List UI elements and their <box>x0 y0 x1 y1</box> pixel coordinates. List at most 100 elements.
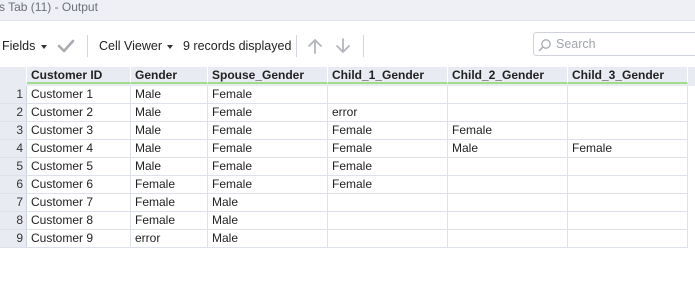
toolbar-divider <box>296 35 297 57</box>
table-cell[interactable]: Female <box>328 140 448 158</box>
table-row[interactable]: 4 Customer 4 Male Female Female Male Female <box>0 140 695 158</box>
column-header[interactable]: Child_3_Gender <box>568 67 688 84</box>
table-cell[interactable] <box>448 86 568 104</box>
table-cell[interactable]: Female <box>208 86 328 104</box>
table-cell[interactable]: Male <box>208 230 328 248</box>
table-cell[interactable] <box>568 230 688 248</box>
table-cell[interactable]: Female <box>448 122 568 140</box>
grid-header: Customer ID Gender Spouse_Gender Child_1… <box>0 67 695 86</box>
table-cell[interactable] <box>568 86 688 104</box>
table-row[interactable]: 7 Customer 7 Female Male <box>0 194 695 212</box>
table-cell[interactable]: Female <box>131 176 208 194</box>
table-row[interactable]: 1 Customer 1 Male Female <box>0 86 695 104</box>
column-header[interactable]: Child_1_Gender <box>328 67 448 84</box>
table-row[interactable]: 3 Customer 3 Male Female Female Female <box>0 122 695 140</box>
table-cell[interactable]: Male <box>131 104 208 122</box>
cell-viewer-dropdown[interactable]: Cell Viewer <box>99 37 162 55</box>
table-cell[interactable] <box>448 194 568 212</box>
table-cell[interactable] <box>328 194 448 212</box>
window-titlebar: s Tab (11) - Output <box>0 0 695 21</box>
results-grid: Customer ID Gender Spouse_Gender Child_1… <box>0 67 695 248</box>
table-row[interactable]: 9 Customer 9 error Male <box>0 230 695 248</box>
table-cell[interactable]: Male <box>131 86 208 104</box>
toolbar-divider <box>87 35 88 57</box>
table-cell[interactable]: Female <box>328 122 448 140</box>
table-cell[interactable] <box>568 176 688 194</box>
arrow-up-icon[interactable] <box>306 36 324 56</box>
fields-chevron-down-icon[interactable] <box>41 45 47 49</box>
table-cell[interactable]: Female <box>131 212 208 230</box>
table-cell[interactable]: Customer 7 <box>27 194 131 212</box>
toolbar-divider <box>363 35 364 57</box>
table-cell[interactable]: Female <box>131 194 208 212</box>
table-cell[interactable] <box>448 212 568 230</box>
table-cell[interactable]: Customer 1 <box>27 86 131 104</box>
search-icon <box>538 39 551 52</box>
row-number[interactable]: 6 <box>0 176 27 194</box>
table-cell[interactable]: Customer 6 <box>27 176 131 194</box>
table-cell[interactable]: Customer 4 <box>27 140 131 158</box>
table-cell[interactable]: Female <box>328 176 448 194</box>
row-number-header <box>0 67 27 84</box>
table-cell[interactable]: Male <box>208 194 328 212</box>
cell-viewer-chevron-down-icon[interactable] <box>167 45 173 49</box>
table-cell[interactable]: Customer 5 <box>27 158 131 176</box>
table-cell[interactable]: Customer 8 <box>27 212 131 230</box>
table-cell[interactable]: Female <box>328 158 448 176</box>
search-placeholder: Search <box>556 37 596 51</box>
row-number[interactable]: 4 <box>0 140 27 158</box>
row-number[interactable]: 9 <box>0 230 27 248</box>
table-cell[interactable]: Female <box>208 140 328 158</box>
arrow-down-icon[interactable] <box>334 36 352 56</box>
table-cell[interactable] <box>328 86 448 104</box>
search-input[interactable]: Search <box>533 32 695 56</box>
table-cell[interactable] <box>328 230 448 248</box>
column-header[interactable]: Spouse_Gender <box>208 67 328 84</box>
table-cell[interactable]: Female <box>208 122 328 140</box>
table-cell[interactable] <box>568 158 688 176</box>
table-cell[interactable]: error <box>328 104 448 122</box>
row-number[interactable]: 3 <box>0 122 27 140</box>
row-number[interactable]: 5 <box>0 158 27 176</box>
table-cell[interactable]: Female <box>208 104 328 122</box>
column-header[interactable]: Gender <box>131 67 208 84</box>
records-status: 9 records displayed <box>183 39 292 53</box>
table-cell[interactable] <box>448 176 568 194</box>
table-cell[interactable]: Female <box>208 158 328 176</box>
table-cell[interactable]: Male <box>131 140 208 158</box>
table-cell[interactable]: Male <box>208 212 328 230</box>
table-cell[interactable]: error <box>131 230 208 248</box>
results-toolbar: Fields Cell Viewer 9 records displayed S… <box>0 21 695 67</box>
table-row[interactable]: 5 Customer 5 Male Female Female <box>0 158 695 176</box>
fields-dropdown[interactable]: Fields <box>2 37 35 55</box>
table-cell[interactable] <box>568 212 688 230</box>
table-cell[interactable] <box>568 194 688 212</box>
table-row[interactable]: 2 Customer 2 Male Female error <box>0 104 695 122</box>
table-cell[interactable]: Customer 3 <box>27 122 131 140</box>
table-cell[interactable]: Male <box>131 122 208 140</box>
table-cell[interactable] <box>448 104 568 122</box>
table-cell[interactable] <box>448 230 568 248</box>
table-cell[interactable]: Female <box>568 140 688 158</box>
row-number[interactable]: 8 <box>0 212 27 230</box>
table-cell[interactable] <box>448 158 568 176</box>
table-cell[interactable]: Male <box>131 158 208 176</box>
column-header[interactable]: Customer ID <box>27 67 131 84</box>
cell-viewer-label: Cell Viewer <box>99 39 162 53</box>
apply-check-icon[interactable] <box>57 38 75 54</box>
table-cell[interactable]: Customer 9 <box>27 230 131 248</box>
column-header[interactable]: Child_2_Gender <box>448 67 568 84</box>
row-number[interactable]: 7 <box>0 194 27 212</box>
row-number[interactable]: 2 <box>0 104 27 122</box>
fields-label: Fields <box>2 39 36 53</box>
table-cell[interactable]: Male <box>448 140 568 158</box>
table-row[interactable]: 8 Customer 8 Female Male <box>0 212 695 230</box>
table-cell[interactable]: Customer 2 <box>27 104 131 122</box>
table-cell[interactable] <box>328 212 448 230</box>
window-title: s Tab (11) - Output <box>0 0 98 14</box>
table-row[interactable]: 6 Customer 6 Female Female Female <box>0 176 695 194</box>
table-cell[interactable]: Female <box>208 176 328 194</box>
row-number[interactable]: 1 <box>0 86 27 104</box>
table-cell[interactable] <box>568 104 688 122</box>
table-cell[interactable] <box>568 122 688 140</box>
